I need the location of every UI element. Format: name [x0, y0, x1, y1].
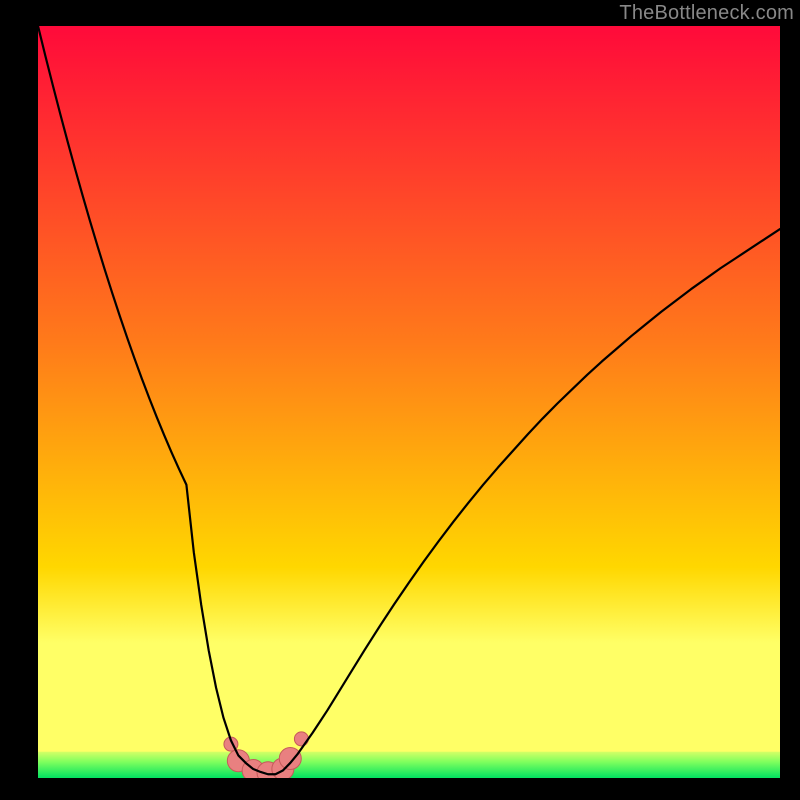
data-marker	[279, 747, 301, 769]
chart-frame: TheBottleneck.com	[0, 0, 800, 800]
watermark-text: TheBottleneck.com	[619, 2, 794, 25]
data-marker	[294, 732, 308, 746]
yellow-band	[38, 643, 780, 752]
plot-area	[38, 26, 780, 778]
chart-svg	[38, 26, 780, 778]
green-band	[38, 752, 780, 778]
